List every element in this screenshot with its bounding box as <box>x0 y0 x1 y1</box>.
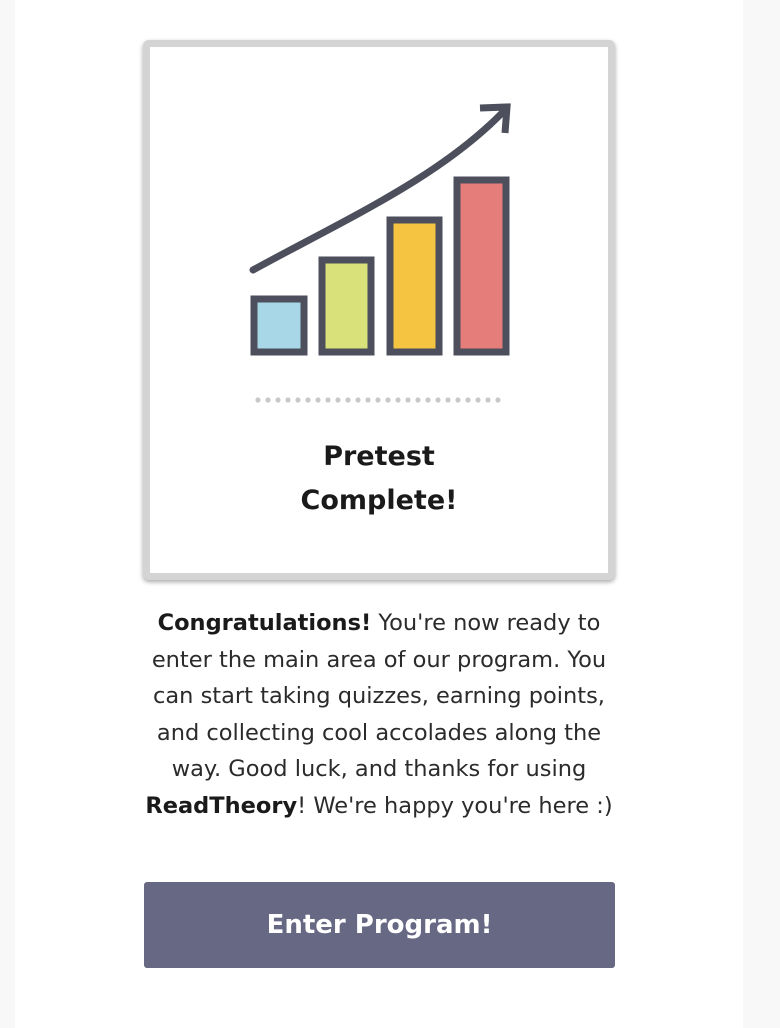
card-title-line-1: Pretest <box>323 441 435 472</box>
card-title-line-2: Complete! <box>300 485 458 516</box>
bar-1 <box>250 295 308 356</box>
enter-program-button[interactable]: Enter Program! <box>144 882 615 968</box>
pretest-complete-card: Pretest Complete! <box>143 40 615 580</box>
brand-name: ReadTheory <box>145 792 298 819</box>
message-body-2: ! We're happy you're here :) <box>297 792 613 819</box>
bar-4 <box>453 176 510 356</box>
dotted-divider <box>255 397 501 403</box>
bar-3 <box>386 216 443 356</box>
congratulations-message: Congratulations! You're now ready to ent… <box>135 605 623 825</box>
card-title: Pretest Complete! <box>150 435 608 523</box>
message-lead: Congratulations! <box>157 610 372 636</box>
page: Pretest Complete! Congratulations! You'r… <box>15 0 743 1028</box>
bar-2 <box>318 256 375 356</box>
